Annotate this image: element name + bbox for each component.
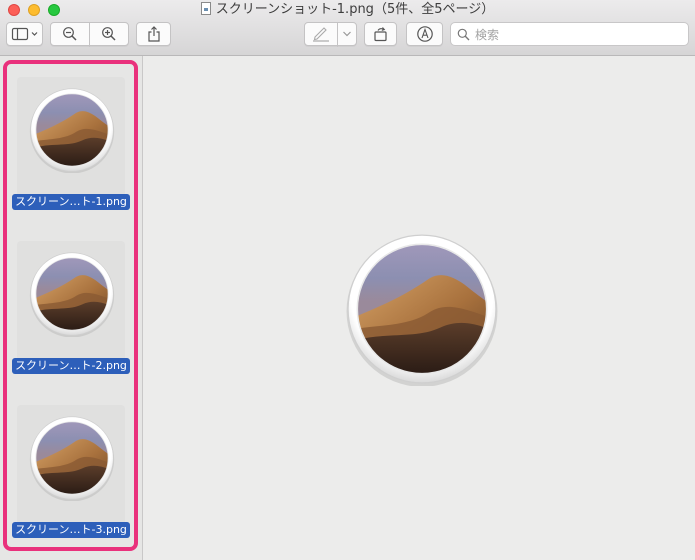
rotate-icon: [373, 27, 387, 42]
mojave-thumbnail-image: [29, 415, 115, 501]
mojave-thumbnail-image: [29, 251, 115, 337]
window-title: スクリーンショット-1.png（5件、全5ページ）: [0, 2, 695, 18]
thumbnail-item[interactable]: スクリーン…ト-1.png: [12, 77, 130, 227]
rotate-button[interactable]: [364, 22, 397, 46]
thumbnail-label: スクリーン…ト-2.png: [12, 358, 130, 374]
mojave-thumbnail-image: [29, 87, 115, 173]
title-bar: スクリーンショット-1.png（5件、全5ページ）: [0, 0, 695, 56]
share-button[interactable]: [136, 22, 171, 46]
document-icon: [200, 2, 211, 15]
zoom-out-icon: [63, 27, 77, 41]
thumbnail-label: スクリーン…ト-3.png: [12, 522, 130, 538]
window-title-text: スクリーンショット-1.png（5件、全5ページ）: [215, 2, 495, 17]
chevron-down-icon: [343, 31, 351, 37]
zoom-in-icon: [102, 27, 116, 41]
thumbnail-item[interactable]: スクリーン…ト-3.png: [12, 405, 130, 555]
search-input[interactable]: [473, 25, 682, 45]
sidebar-toggle-button[interactable]: [6, 22, 43, 46]
zoom-in-button[interactable]: [89, 22, 129, 46]
zoom-out-button[interactable]: [50, 22, 90, 46]
markup-toolbar-icon: [416, 26, 433, 42]
search-icon: [457, 28, 470, 41]
markup-menu-button[interactable]: [337, 22, 357, 46]
markup-pen-button[interactable]: [304, 22, 338, 46]
annotate-button[interactable]: [406, 22, 443, 46]
main-preview-image: [345, 232, 499, 386]
share-icon: [147, 26, 160, 42]
search-field[interactable]: [450, 22, 689, 46]
sidebar-icon: [11, 27, 37, 41]
pen-icon: [313, 27, 329, 42]
thumbnail-label: スクリーン…ト-1.png: [12, 194, 130, 210]
thumbnail-item[interactable]: スクリーン…ト-2.png: [12, 241, 130, 391]
